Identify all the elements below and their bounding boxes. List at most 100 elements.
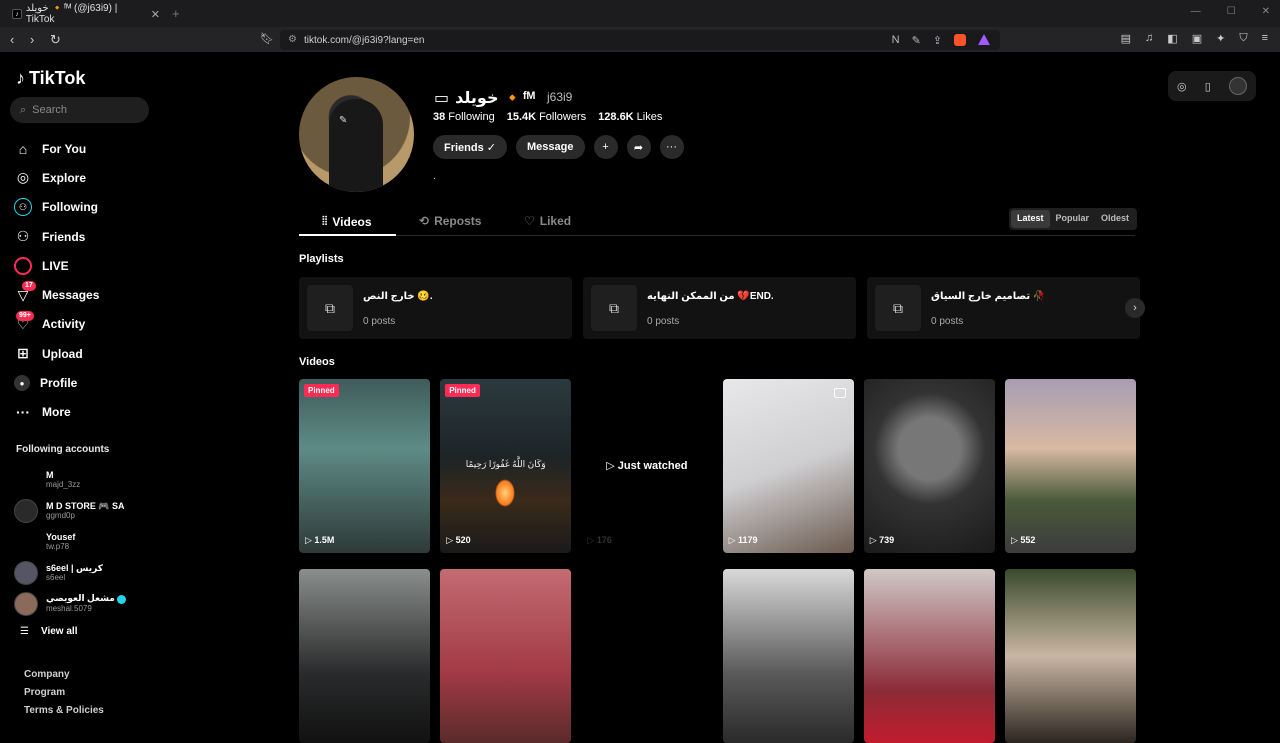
tab-liked[interactable]: ♡ Liked	[524, 214, 571, 228]
nav-item-for-you[interactable]: ⌂ For You	[14, 134, 99, 163]
video-card[interactable]	[722, 569, 854, 743]
footer-link-company[interactable]: Company	[24, 666, 104, 684]
wallet-icon[interactable]: ▣	[1192, 32, 1202, 45]
view-count: ▷ 520	[446, 535, 471, 545]
account-name: Yousef	[46, 531, 76, 542]
leo-ai-icon[interactable]: ✦	[1216, 32, 1225, 45]
account-item[interactable]: M majd_3zz	[14, 464, 126, 495]
nav-label: For You	[42, 141, 87, 156]
nav-item-friends[interactable]: ⚇ Friends	[14, 222, 99, 251]
menu-icon[interactable]: ≡	[1262, 32, 1268, 45]
playlist-card[interactable]: ⧉ تصاميم خارج السياق 🥀 0 posts	[867, 277, 1140, 339]
video-card[interactable]: Pinned ▷ 1.5M	[299, 379, 430, 553]
playlists-next-icon[interactable]: ›	[1125, 298, 1145, 318]
vpn-icon[interactable]: ⛉	[1239, 32, 1247, 45]
playlist-card[interactable]: ⧉ من الممكن النهايه 💔END. 0 posts	[583, 277, 856, 339]
site-info-icon[interactable]: ⚙	[288, 34, 297, 45]
video-card[interactable]: ▷ Just watched ▷ 176	[581, 379, 713, 553]
sort-oldest[interactable]: Oldest	[1095, 210, 1135, 228]
likes-label: Likes	[636, 111, 663, 123]
nav-item-live[interactable]: LIVE	[14, 251, 99, 280]
search-input[interactable]: ⌕ Search	[10, 97, 149, 123]
brave-shields-icon[interactable]	[954, 34, 966, 46]
media-icon[interactable]: ♫	[1145, 32, 1153, 45]
account-item[interactable]: s6eel | كريس s6eel	[14, 557, 126, 588]
minimize-icon[interactable]: —	[1191, 6, 1201, 17]
nav-item-explore[interactable]: ◎ Explore	[14, 163, 99, 192]
video-card[interactable]: ▷ 739	[863, 379, 995, 553]
tiktok-logo-icon: ♪	[16, 68, 25, 88]
avatar-calligraphy-icon: ✎	[339, 115, 348, 126]
video-card[interactable]	[440, 569, 572, 743]
followers-stat[interactable]: 15.4K Followers	[507, 111, 586, 123]
brave-rewards-icon[interactable]	[978, 34, 990, 45]
translate-icon[interactable]: N	[892, 34, 900, 47]
phone-icon[interactable]: ▯	[1205, 80, 1211, 93]
tiktok-logo-text: TikTok	[29, 68, 86, 88]
friends-button[interactable]: Friends ✓	[433, 135, 508, 159]
sort-latest[interactable]: Latest	[1011, 210, 1050, 228]
add-friend-icon[interactable]: +	[593, 135, 618, 159]
account-item[interactable]: Yousef tw.p78	[14, 526, 126, 557]
nav-item-messages[interactable]: ▽ 17 Messages	[14, 280, 99, 309]
video-card[interactable]: ▷ 1179	[722, 379, 854, 553]
edit-icon[interactable]: ✎	[912, 34, 921, 47]
close-tab-icon[interactable]: ✕	[151, 8, 160, 21]
view-count-value: 739	[879, 535, 895, 545]
my-avatar[interactable]	[1228, 77, 1247, 95]
sidebar-toggle-icon[interactable]: ◧	[1167, 32, 1177, 45]
following-accounts-list: M majd_3zz M D STORE 🎮 SA ggmd0p Yousef …	[14, 464, 126, 619]
photo-icon	[833, 388, 846, 398]
view-all-label: View all	[40, 626, 78, 637]
view-all-button[interactable]: ☰ View all	[20, 626, 77, 637]
browser-tab-title: خويلد 🔸ᶠᴹ (@j63i9) | TikTok	[25, 3, 118, 25]
nav-item-upload[interactable]: ⊞ Upload	[14, 339, 99, 368]
bookmark-icon[interactable]: 🔖︎	[260, 32, 274, 45]
forward-icon[interactable]: ›	[30, 32, 34, 47]
address-bar[interactable]: ⚙ tiktok.com/@j63i9?lang=en N ✎ ⇪	[280, 30, 1000, 50]
following-stat[interactable]: 38 Following	[433, 111, 495, 123]
reader-mode-icon[interactable]: ▤	[1121, 32, 1131, 45]
tiktok-logo[interactable]: ♪ TikTok	[16, 68, 85, 89]
address-bar-actions: N ✎ ⇪	[892, 34, 990, 47]
more-options-icon[interactable]: ···	[659, 135, 684, 159]
share-icon[interactable]: ⇪	[933, 34, 942, 47]
coins-icon[interactable]: ◎	[1177, 80, 1187, 93]
sort-popular[interactable]: Popular	[1050, 210, 1096, 228]
account-item[interactable]: مشعل العويصي meshal.5079	[14, 588, 126, 619]
video-card[interactable]	[863, 569, 995, 743]
video-card[interactable]	[1004, 569, 1136, 743]
tab-videos-label: Videos	[332, 214, 372, 229]
view-count-value: 552	[1020, 535, 1036, 545]
video-card[interactable]	[581, 569, 713, 743]
maximize-icon[interactable]: ☐	[1227, 6, 1236, 17]
nav-item-profile[interactable]: ● Profile	[14, 368, 99, 397]
browser-toolbar: ‹ › ↻ 🔖︎ ⚙ tiktok.com/@j63i9?lang=en N ✎…	[0, 27, 1280, 53]
window-close-icon[interactable]: ✕	[1262, 6, 1270, 17]
new-tab-icon[interactable]: +	[172, 6, 180, 21]
profile-stats: 38 Following 15.4K Followers 128.6K Likes	[433, 111, 662, 123]
liked-icon: ♡	[524, 214, 535, 228]
playlists-heading: Playlists	[299, 253, 344, 265]
playlist-card[interactable]: ⧉ خارج النص 🥴. 0 posts	[299, 277, 572, 339]
pinned-badge: Pinned	[304, 384, 339, 397]
video-card[interactable]: Pinned وَكَانَ اللَّهُ غَفُورًا رَحِيمًا…	[440, 379, 572, 553]
nav-item-following[interactable]: ⚇ Following	[14, 193, 99, 222]
share-profile-icon[interactable]: ➦	[626, 135, 651, 159]
video-card[interactable]	[299, 569, 430, 743]
tab-reposts[interactable]: ⟲ Reposts	[419, 214, 481, 228]
nav-item-activity[interactable]: ♡ 99+ Activity	[14, 310, 99, 339]
message-button[interactable]: Message	[516, 135, 585, 159]
activity-badge: 99+	[16, 310, 34, 321]
footer-link-program[interactable]: Program	[24, 684, 104, 702]
account-item[interactable]: M D STORE 🎮 SA ggmd0p	[14, 495, 126, 526]
nav-item-more[interactable]: ··· More	[14, 398, 99, 427]
reload-icon[interactable]: ↻	[50, 32, 61, 48]
back-icon[interactable]: ‹	[10, 32, 14, 47]
tab-reposts-label: Reposts	[434, 214, 482, 228]
view-count: ▷ 552	[1010, 535, 1036, 545]
video-card[interactable]: ▷ 552	[1004, 379, 1136, 553]
tab-videos[interactable]: ⦙⦙ Videos	[322, 214, 372, 229]
browser-tab[interactable]: ♪ خويلد 🔸ᶠᴹ (@j63i9) | TikTok ✕	[6, 3, 166, 25]
footer-link-terms[interactable]: Terms & Policies	[24, 702, 104, 720]
